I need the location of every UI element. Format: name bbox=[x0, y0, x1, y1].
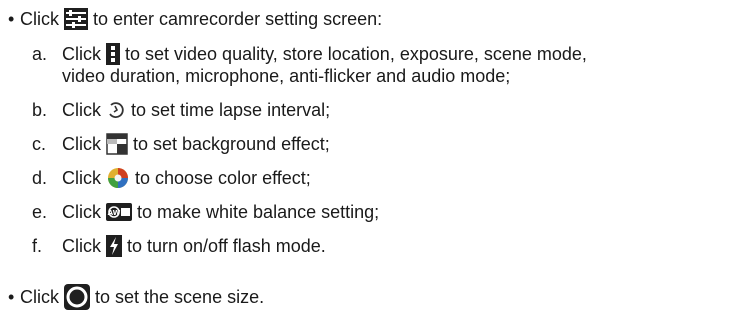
subitem-letter: e. bbox=[32, 202, 48, 222]
click-label: Click bbox=[62, 100, 101, 120]
camcorder-settings-icon bbox=[64, 8, 88, 30]
subitem-letter: b. bbox=[32, 100, 48, 120]
subitem-letter: d. bbox=[32, 168, 48, 188]
item-description: to set the scene size. bbox=[95, 287, 265, 307]
item-description: to turn on/off flash mode. bbox=[127, 236, 326, 256]
subitem-a-continuation: video duration, microphone, anti-flicker… bbox=[62, 65, 510, 87]
bullet-item-scene-size: • Click to set the scene size. bbox=[8, 284, 265, 310]
click-label: Click bbox=[62, 134, 101, 154]
item-description: to set time lapse interval; bbox=[131, 100, 331, 120]
click-label: Click bbox=[62, 44, 101, 64]
item-description: to choose color effect; bbox=[135, 168, 311, 188]
subitem-f: f. Click to turn on/off flash mode. bbox=[32, 235, 326, 257]
subitem-a: a. Click to set video quality, store loc… bbox=[32, 43, 587, 65]
bullet-marker: • bbox=[8, 287, 15, 307]
subitem-letter: f. bbox=[32, 236, 43, 256]
subitem-b: b. Click to set time lapse interval; bbox=[32, 99, 330, 121]
item-description: to enter camrecorder setting screen: bbox=[93, 9, 383, 29]
click-label: Click bbox=[20, 9, 59, 29]
subitem-d: d. Click to choose color effect; bbox=[32, 167, 311, 189]
item-description: to set background effect; bbox=[133, 134, 330, 154]
bullet-item-camcorder-settings: • Click to enter camrecorder setting scr… bbox=[8, 8, 382, 30]
click-label: Click bbox=[62, 236, 101, 256]
background-effect-icon bbox=[106, 133, 128, 155]
color-effect-icon bbox=[106, 166, 130, 190]
item-description: to set video quality, store location, ex… bbox=[125, 44, 587, 64]
item-description: to make white balance setting; bbox=[137, 202, 380, 222]
click-label: Click bbox=[62, 202, 101, 222]
subitem-c: c. Click to set background effect; bbox=[32, 133, 330, 155]
bullet-marker: • bbox=[8, 9, 15, 29]
subitem-letter: a. bbox=[32, 44, 48, 64]
click-label: Click bbox=[62, 168, 101, 188]
subitem-e: e. Click AW to make white balance settin… bbox=[32, 201, 379, 223]
flash-icon bbox=[106, 235, 122, 257]
time-lapse-icon bbox=[106, 100, 126, 120]
subitem-letter: c. bbox=[32, 134, 47, 154]
instruction-list: • Click to enter camrecorder setting scr… bbox=[0, 0, 745, 322]
white-balance-icon: AW bbox=[106, 203, 132, 221]
click-label: Click bbox=[20, 287, 59, 307]
scene-size-circle-icon bbox=[64, 284, 90, 310]
vertical-dots-menu-icon bbox=[106, 43, 120, 65]
white-balance-icon-label: AW bbox=[108, 209, 121, 217]
item-description-continued: video duration, microphone, anti-flicker… bbox=[62, 66, 511, 86]
